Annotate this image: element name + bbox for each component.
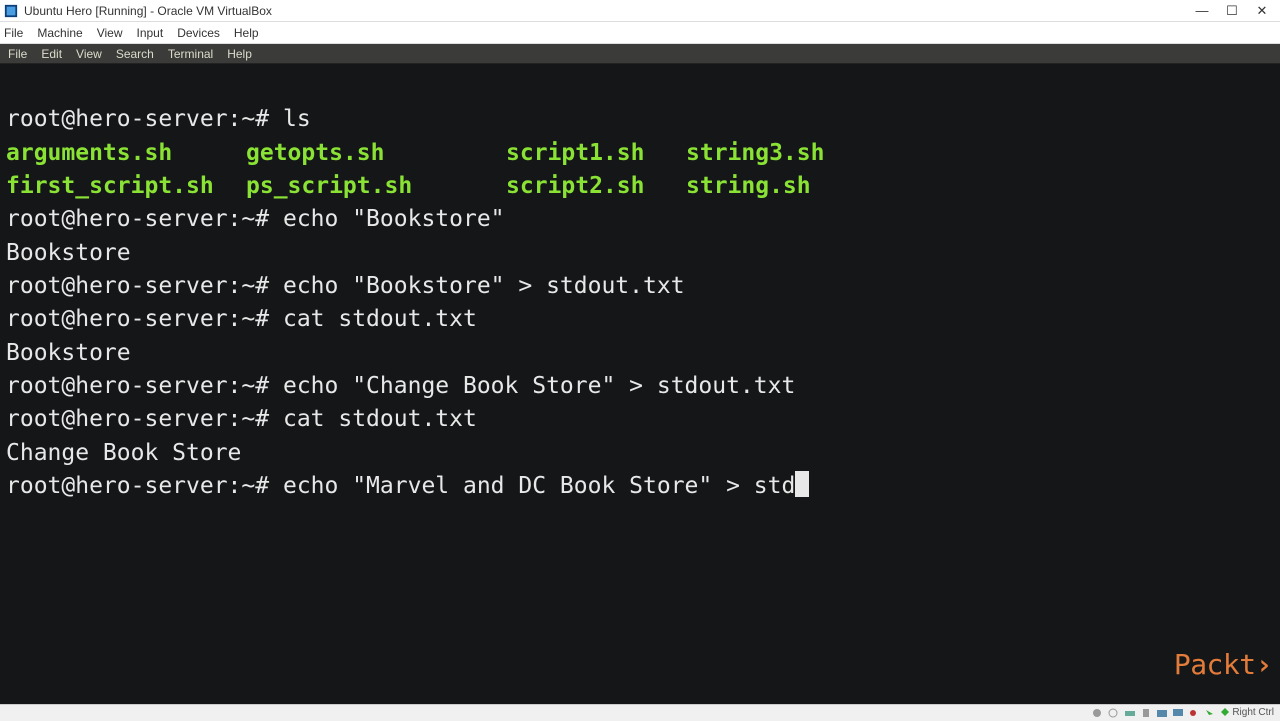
term-menu-search[interactable]: Search	[116, 47, 154, 61]
virtualbox-menubar: File Machine View Input Devices Help	[0, 22, 1280, 44]
window-title: Ubuntu Hero [Running] - Oracle VM Virtua…	[24, 4, 1196, 18]
prompt: root@hero-server:~#	[6, 273, 269, 299]
menu-view[interactable]: View	[97, 26, 123, 40]
command-text: echo "Bookstore" > stdout.txt	[283, 273, 685, 299]
command-text: echo "Change Book Store" > stdout.txt	[283, 373, 795, 399]
menu-machine[interactable]: Machine	[37, 26, 82, 40]
ls-output-row: first_script.shps_script.shscript2.shstr…	[6, 170, 1274, 203]
virtualbox-icon	[4, 4, 18, 18]
ls-output-row: arguments.shgetopts.shscript1.shstring3.…	[6, 137, 1274, 170]
terminal-menubar: File Edit View Search Terminal Help	[0, 44, 1280, 64]
prompt: root@hero-server:~#	[6, 373, 269, 399]
term-menu-edit[interactable]: Edit	[41, 47, 62, 61]
prompt: root@hero-server:~#	[6, 473, 269, 499]
window-controls: — ☐ ✕	[1196, 5, 1276, 17]
disk-icon	[1092, 708, 1104, 718]
ls-file: script2.sh	[506, 170, 686, 203]
terminal-viewport[interactable]: root@hero-server:~# ls arguments.shgetop…	[0, 64, 1280, 704]
usb-icon	[1140, 708, 1152, 718]
ls-file: arguments.sh	[6, 137, 246, 170]
ls-file: ps_script.sh	[246, 170, 506, 203]
menu-file[interactable]: File	[4, 26, 23, 40]
term-menu-view[interactable]: View	[76, 47, 102, 61]
cursor-block	[795, 471, 809, 497]
ls-file: string.sh	[686, 170, 866, 203]
command-text: cat stdout.txt	[283, 306, 477, 332]
network-icon	[1124, 708, 1136, 718]
ls-file: script1.sh	[506, 137, 686, 170]
virtualbox-statusbar: Right Ctrl	[0, 704, 1280, 720]
command-text: echo "Bookstore"	[283, 206, 505, 232]
command-text: cat stdout.txt	[283, 406, 477, 432]
prompt: root@hero-server:~#	[6, 406, 269, 432]
term-menu-file[interactable]: File	[8, 47, 27, 61]
minimize-button[interactable]: —	[1196, 5, 1208, 17]
mouse-integration-icon	[1204, 708, 1216, 718]
command-text: ls	[283, 106, 311, 132]
menu-devices[interactable]: Devices	[177, 26, 220, 40]
ls-file: getopts.sh	[246, 137, 506, 170]
output-text: Bookstore	[6, 240, 131, 266]
menu-input[interactable]: Input	[137, 26, 164, 40]
recording-icon	[1188, 708, 1200, 718]
optical-icon	[1108, 708, 1120, 718]
hostkey-indicator: Right Ctrl	[1220, 707, 1274, 718]
ls-file: string3.sh	[686, 137, 866, 170]
prompt: root@hero-server:~#	[6, 106, 269, 132]
packt-watermark: Packt›	[1174, 645, 1272, 686]
menu-help[interactable]: Help	[234, 26, 259, 40]
term-menu-terminal[interactable]: Terminal	[168, 47, 213, 61]
window-titlebar: Ubuntu Hero [Running] - Oracle VM Virtua…	[0, 0, 1280, 22]
output-text: Change Book Store	[6, 440, 241, 466]
display-icon	[1172, 708, 1184, 718]
prompt: root@hero-server:~#	[6, 206, 269, 232]
term-menu-help[interactable]: Help	[227, 47, 252, 61]
maximize-button[interactable]: ☐	[1226, 5, 1238, 17]
close-button[interactable]: ✕	[1256, 5, 1268, 17]
command-text: echo "Marvel and DC Book Store" > std	[283, 473, 795, 499]
output-text: Bookstore	[6, 340, 131, 366]
shared-folder-icon	[1156, 708, 1168, 718]
ls-file: first_script.sh	[6, 170, 246, 203]
prompt: root@hero-server:~#	[6, 306, 269, 332]
